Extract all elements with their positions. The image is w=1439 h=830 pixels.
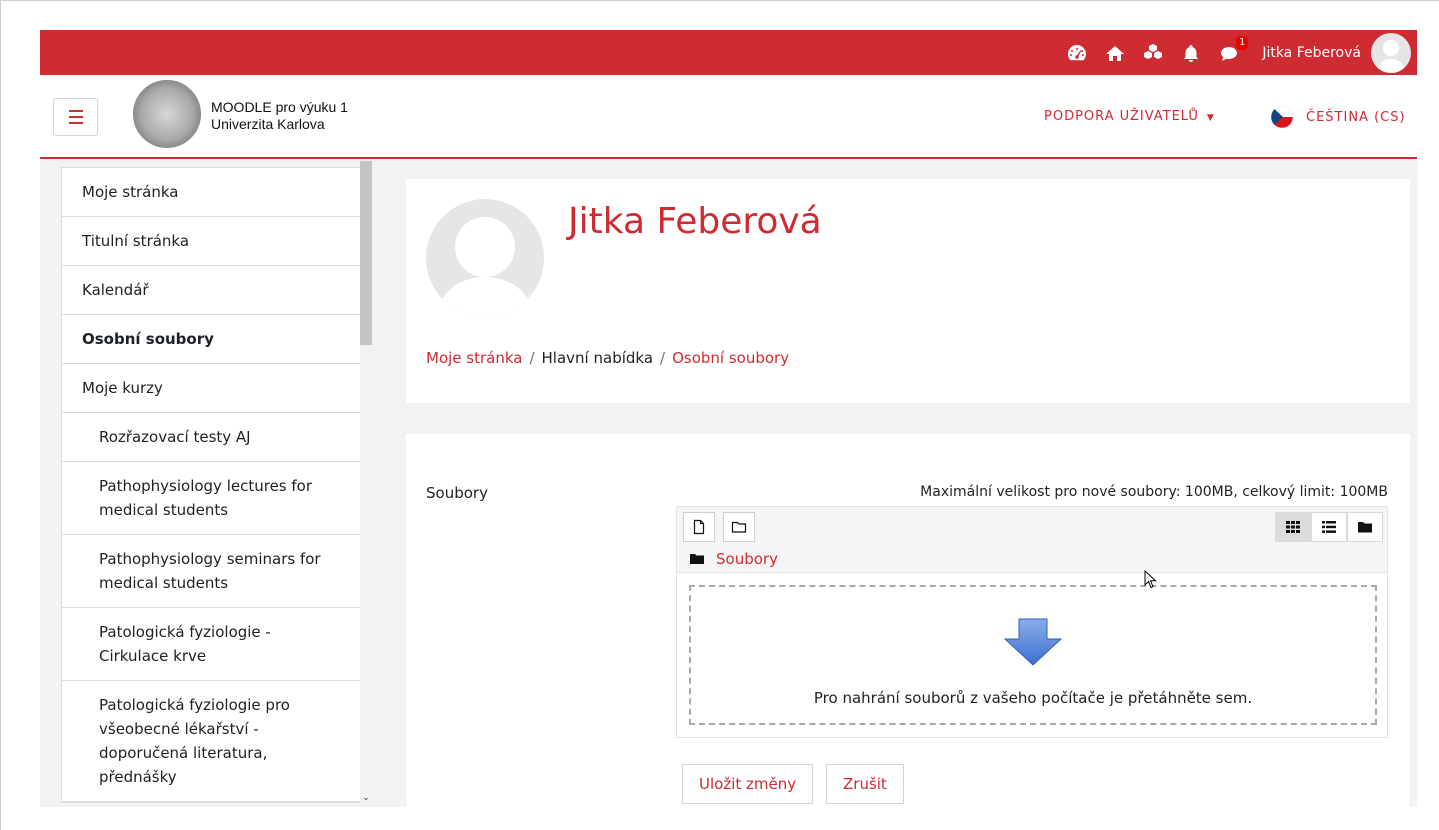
breadcrumb-dashboard[interactable]: Moje stránka	[426, 349, 522, 367]
breadcrumb-main-menu: Hlavní nabídka	[541, 349, 654, 367]
path-root-link[interactable]: Soubory	[716, 550, 778, 568]
breadcrumb-private-files[interactable]: Osobní soubory	[672, 349, 789, 367]
nav-item-calendar[interactable]: Kalendář	[62, 266, 362, 315]
nav-item-course[interactable]: Pathophysiology lectures for medical stu…	[62, 462, 362, 535]
hamburger-icon	[68, 108, 83, 126]
scroll-down-arrow-icon[interactable]: ⌄	[360, 793, 372, 807]
mouse-cursor-icon	[1144, 570, 1157, 589]
site-header: MOODLE pro výuku 1 Univerzita Karlova PO…	[40, 75, 1417, 159]
messages-badge: 1	[1235, 35, 1249, 50]
files-form-card: Soubory Maximální velikost pro nové soub…	[406, 434, 1410, 807]
breadcrumb-separator: /	[660, 349, 666, 367]
list-icon	[1322, 521, 1336, 533]
file-size-limits: Maximální velikost pro nové soubory: 100…	[920, 484, 1388, 500]
nav-item-my-courses[interactable]: Moje kurzy	[62, 364, 362, 413]
download-arrow-icon	[1003, 618, 1063, 666]
support-menu[interactable]: PODPORA UŽIVATELŮ ▼	[1044, 109, 1215, 124]
file-manager: Soubory Pro nahrání souborů z vašeho poč…	[676, 506, 1388, 738]
nav-item-home[interactable]: Titulní stránka	[62, 217, 362, 266]
save-changes-button[interactable]: Uložit změny	[682, 764, 814, 804]
sidebar-scrollbar-thumb[interactable]	[360, 161, 372, 345]
university-seal-logo[interactable]	[133, 80, 201, 148]
drawer-toggle-button[interactable]	[53, 98, 98, 136]
add-file-button[interactable]	[683, 512, 715, 542]
profile-picture	[426, 199, 544, 317]
file-drop-zone[interactable]: Pro nahrání souborů z vašeho počítače je…	[689, 585, 1377, 725]
view-tree-button[interactable]	[1347, 512, 1383, 542]
caret-down-icon: ▼	[1206, 113, 1215, 123]
nav-item-dashboard[interactable]: Moje stránka	[62, 168, 362, 217]
cubes-icon[interactable]	[1142, 42, 1164, 64]
nav-item-course[interactable]: Rozřazovací testy AJ	[62, 413, 362, 462]
site-name[interactable]: MOODLE pro výuku 1 Univerzita Karlova	[211, 99, 348, 133]
page-header-card: Jitka Feberová Moje stránka / Hlavní nabíd…	[406, 179, 1410, 403]
folder-icon	[1358, 522, 1372, 533]
nav-item-course[interactable]: Patologická fyziologie pro všeobecné lék…	[62, 681, 362, 802]
user-silhouette-icon	[436, 217, 534, 317]
breadcrumb: Moje stránka / Hlavní nabídka / Osobní soubo…	[426, 349, 789, 367]
czech-flag-icon	[1270, 105, 1294, 129]
nav-list: Moje stránka Titulní stránka Kalendář Os…	[61, 167, 363, 803]
nav-drawer: Moje stránka Titulní stránka Kalendář Os…	[40, 161, 378, 807]
page-title: Jitka Feberová	[568, 201, 822, 242]
home-icon[interactable]	[1104, 42, 1126, 64]
sidebar-scrollbar[interactable]: ⌄	[360, 161, 372, 807]
breadcrumb-separator: /	[529, 349, 535, 367]
file-manager-path: Soubory	[690, 550, 778, 568]
create-folder-button[interactable]	[723, 512, 755, 542]
grid-icon	[1286, 521, 1300, 533]
view-list-button[interactable]	[1311, 512, 1347, 542]
language-label: ČEŠTINA (CS)	[1306, 109, 1406, 125]
chat-icon[interactable]: 1	[1218, 35, 1249, 64]
top-navbar: 1 Jitka Feberová	[40, 30, 1417, 75]
nav-item-course[interactable]: Patologická fyziologie - Cirkulace krve	[62, 608, 362, 681]
site-name-line1: MOODLE pro výuku 1	[211, 99, 348, 115]
site-name-line2: Univerzita Karlova	[211, 116, 325, 132]
folder-icon	[690, 554, 704, 564]
view-icons-button[interactable]	[1275, 512, 1311, 542]
dashboard-icon[interactable]	[1066, 42, 1088, 64]
file-manager-toolbar: Soubory	[677, 507, 1387, 573]
file-icon	[693, 519, 705, 535]
user-menu-name[interactable]: Jitka Feberová	[1262, 45, 1361, 61]
language-menu[interactable]: ČEŠTINA (CS)	[1270, 105, 1406, 129]
support-menu-label: PODPORA UŽIVATELŮ	[1044, 109, 1199, 124]
files-field-label: Soubory	[426, 484, 488, 502]
page-viewport: 1 Jitka Feberová MOODLE pro výuku 1 Univ…	[40, 30, 1417, 807]
nav-item-course[interactable]: Pathophysiology seminars for medical stu…	[62, 535, 362, 608]
cancel-button[interactable]: Zrušit	[826, 764, 904, 804]
user-avatar[interactable]	[1371, 32, 1411, 73]
folder-outline-icon	[731, 521, 747, 533]
user-silhouette-icon	[1377, 39, 1405, 73]
nav-item-private-files[interactable]: Osobní soubory	[62, 315, 362, 364]
drop-zone-text: Pro nahrání souborů z vašeho počítače je…	[813, 689, 1253, 707]
bell-icon[interactable]	[1180, 42, 1202, 64]
